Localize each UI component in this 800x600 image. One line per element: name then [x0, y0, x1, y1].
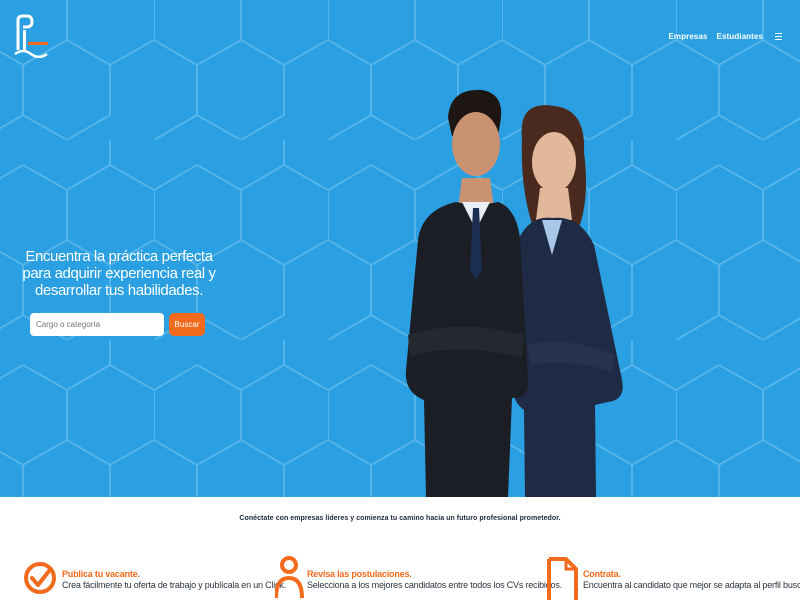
hamburger-menu-icon[interactable] [775, 33, 782, 40]
feature-title: Revisa las postulaciones. [307, 569, 412, 579]
feature-title: Contrata. [583, 569, 621, 579]
search-button[interactable]: Buscar [169, 313, 205, 336]
feature-description: Selecciona a los mejores candidatos entr… [307, 580, 562, 590]
hero-section: Empresas Estudiantes Encuentra la prácti… [0, 0, 800, 497]
nav-link-estudiantes[interactable]: Estudiantes [717, 32, 763, 41]
man-figure [405, 89, 529, 497]
document-icon [547, 557, 578, 600]
check-circle-icon [24, 562, 56, 594]
top-navigation: Empresas Estudiantes [669, 32, 782, 41]
feature-description: Crea fácilmente tu oferta de trabajo y p… [62, 580, 286, 590]
feature-title: Publica tu vacante. [62, 569, 140, 579]
feature-publica-vacante: Publica tu vacante. Crea fácilmente tu o… [23, 553, 286, 600]
person-icon [275, 556, 304, 599]
nav-link-empresas[interactable]: Empresas [669, 32, 708, 41]
search-input[interactable] [30, 313, 164, 336]
feature-description: Encuentra al candidato que mejor se adap… [583, 580, 800, 590]
woman-figure [513, 105, 623, 497]
tagline: Conéctate con empresas líderes y comienz… [239, 515, 561, 522]
hero-headline: Encuentra la práctica perfecta para adqu… [22, 248, 216, 299]
feature-revisa-postulaciones: Revisa las postulaciones. Selecciona a l… [275, 553, 562, 600]
prometedor-logo-icon[interactable] [13, 14, 57, 58]
two-professionals-photo [405, 89, 623, 497]
feature-contrata: Contrata. Encuentra al candidato que mej… [546, 553, 800, 600]
